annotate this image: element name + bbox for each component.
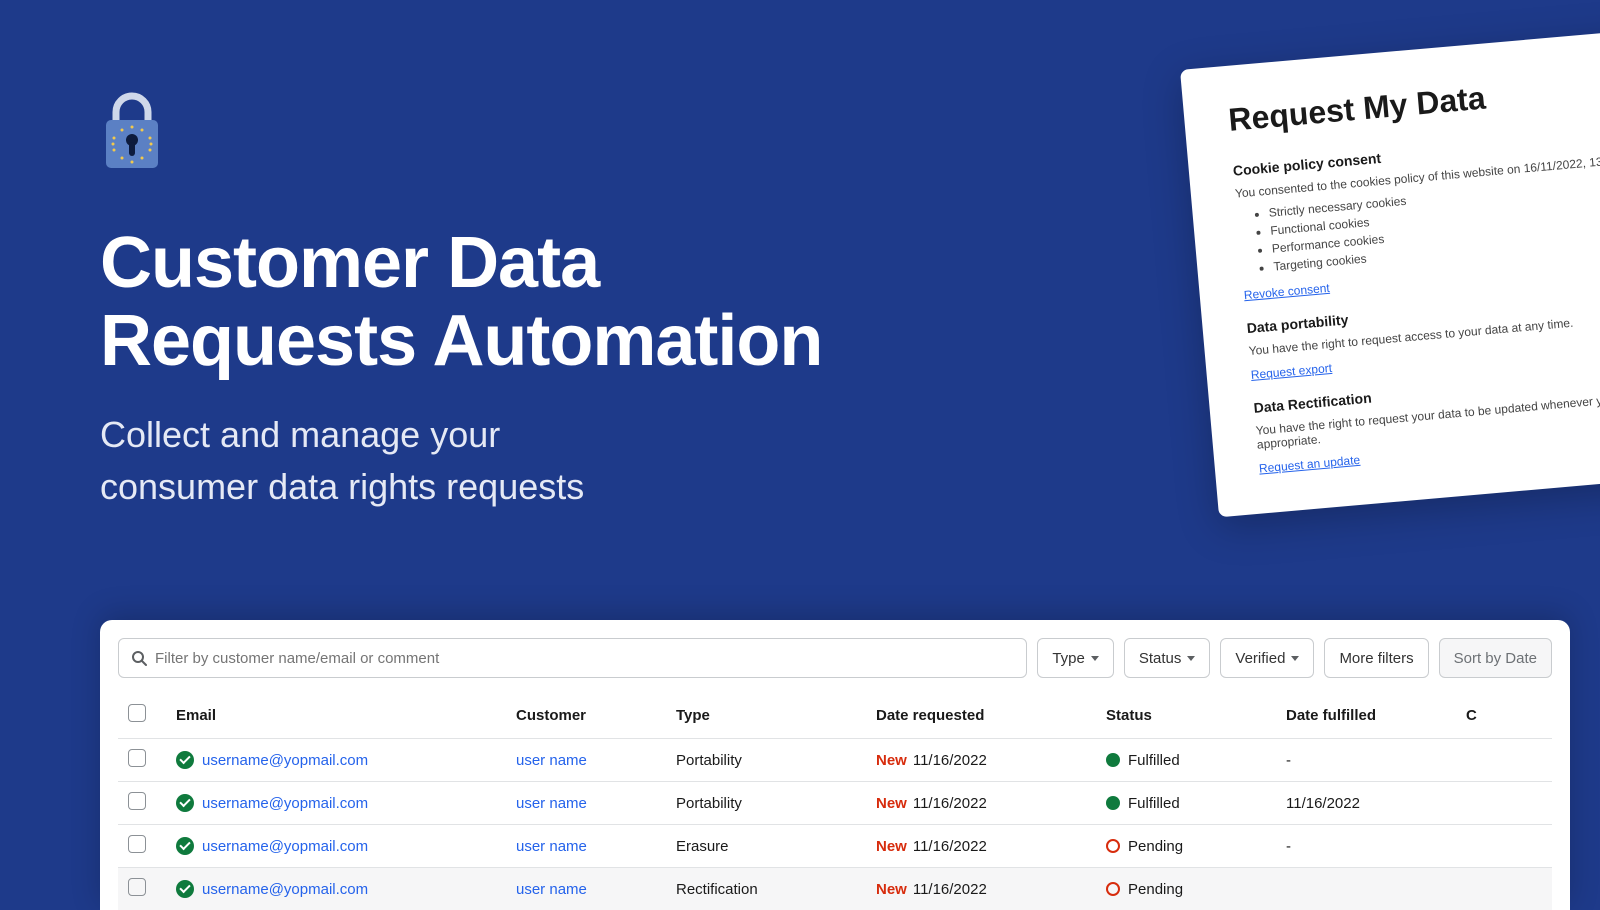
header-date-requested: Date requested <box>866 692 1096 739</box>
email-link[interactable]: username@yopmail.com <box>202 881 368 898</box>
verified-badge-icon <box>176 880 194 898</box>
row-checkbox[interactable] <box>128 792 146 810</box>
filter-status-button[interactable]: Status <box>1124 638 1211 678</box>
verified-badge-icon <box>176 837 194 855</box>
chevron-down-icon <box>1091 656 1099 661</box>
table-row[interactable]: username@yopmail.com user name Rectificati… <box>118 868 1552 910</box>
table-row[interactable]: username@yopmail.com user name Portability… <box>118 739 1552 782</box>
request-data-card: Request My Data Cookie policy consent Yo… <box>1180 26 1600 517</box>
more-filters-label: More filters <box>1339 650 1413 667</box>
more-filters-button[interactable]: More filters <box>1324 638 1428 678</box>
subheadline-line2: consumer data rights requests <box>100 461 822 513</box>
header-comment: C <box>1456 692 1552 739</box>
table-row[interactable]: username@yopmail.com user name Portability… <box>118 782 1552 825</box>
request-type: Erasure <box>666 825 866 868</box>
status-text: Fulfilled <box>1128 795 1180 812</box>
row-checkbox[interactable] <box>128 835 146 853</box>
request-type: Portability <box>666 782 866 825</box>
lock-icon <box>100 92 164 170</box>
status-pending-icon <box>1106 882 1120 896</box>
request-type: Portability <box>666 739 866 782</box>
status-cell: Fulfilled <box>1106 795 1266 812</box>
status-text: Fulfilled <box>1128 752 1180 769</box>
header-date-fulfilled: Date fulfilled <box>1276 692 1456 739</box>
revoke-consent-link[interactable]: Revoke consent <box>1243 281 1330 302</box>
date-fulfilled: - <box>1276 739 1456 782</box>
requests-table-panel: Type Status Verified More filters Sort b… <box>100 620 1570 910</box>
date-fulfilled: 11/16/2022 <box>1276 782 1456 825</box>
status-text: Pending <box>1128 881 1183 898</box>
request-type: Rectification <box>666 868 866 910</box>
date-requested: New11/16/2022 <box>866 782 1096 825</box>
sort-button[interactable]: Sort by Date <box>1439 638 1552 678</box>
sort-label: Sort by Date <box>1454 650 1537 667</box>
chevron-down-icon <box>1187 656 1195 661</box>
verified-badge-icon <box>176 794 194 812</box>
customer-link[interactable]: user name <box>516 881 587 898</box>
status-cell: Pending <box>1106 881 1266 898</box>
table-row[interactable]: username@yopmail.com user name ErasureNew1… <box>118 825 1552 868</box>
filter-status-label: Status <box>1139 650 1182 667</box>
status-pending-icon <box>1106 839 1120 853</box>
status-text: Pending <box>1128 838 1183 855</box>
email-link[interactable]: username@yopmail.com <box>202 752 368 769</box>
status-cell: Pending <box>1106 838 1266 855</box>
status-fulfilled-icon <box>1106 796 1120 810</box>
header-customer: Customer <box>506 692 666 739</box>
card-title: Request My Data <box>1227 65 1600 138</box>
status-cell: Fulfilled <box>1106 752 1266 769</box>
email-link[interactable]: username@yopmail.com <box>202 838 368 855</box>
customer-link[interactable]: user name <box>516 795 587 812</box>
header-email: Email <box>166 692 506 739</box>
filter-type-button[interactable]: Type <box>1037 638 1114 678</box>
hero-headline: Customer Data Requests Automation <box>100 225 822 381</box>
new-badge: New <box>876 795 907 812</box>
table-header-row: Email Customer Type Date requested Statu… <box>118 692 1552 739</box>
date-requested: New11/16/2022 <box>866 739 1096 782</box>
chevron-down-icon <box>1291 656 1299 661</box>
request-export-link[interactable]: Request export <box>1250 361 1332 382</box>
filter-verified-button[interactable]: Verified <box>1220 638 1314 678</box>
verified-badge-icon <box>176 751 194 769</box>
new-badge: New <box>876 838 907 855</box>
hero: Customer Data Requests Automation Collec… <box>100 92 822 513</box>
date-requested: New11/16/2022 <box>866 825 1096 868</box>
date-requested: New11/16/2022 <box>866 868 1096 910</box>
request-update-link[interactable]: Request an update <box>1258 453 1360 476</box>
header-type: Type <box>666 692 866 739</box>
new-badge: New <box>876 881 907 898</box>
filter-type-label: Type <box>1052 650 1085 667</box>
row-checkbox[interactable] <box>128 749 146 767</box>
headline-line1: Customer Data <box>100 225 822 303</box>
status-fulfilled-icon <box>1106 753 1120 767</box>
customer-link[interactable]: user name <box>516 838 587 855</box>
filter-row: Type Status Verified More filters Sort b… <box>118 638 1552 678</box>
search-input[interactable] <box>155 650 1014 667</box>
search-icon <box>131 650 147 666</box>
hero-subheadline: Collect and manage your consumer data ri… <box>100 409 822 513</box>
filter-verified-label: Verified <box>1235 650 1285 667</box>
search-box[interactable] <box>118 638 1027 678</box>
subheadline-line1: Collect and manage your <box>100 409 822 461</box>
customer-link[interactable]: user name <box>516 752 587 769</box>
date-fulfilled <box>1276 868 1456 910</box>
select-all-checkbox[interactable] <box>128 704 146 722</box>
requests-table: Email Customer Type Date requested Statu… <box>118 692 1552 910</box>
header-status: Status <box>1096 692 1276 739</box>
headline-line2: Requests Automation <box>100 303 822 381</box>
row-checkbox[interactable] <box>128 878 146 896</box>
date-fulfilled: - <box>1276 825 1456 868</box>
new-badge: New <box>876 752 907 769</box>
email-link[interactable]: username@yopmail.com <box>202 795 368 812</box>
